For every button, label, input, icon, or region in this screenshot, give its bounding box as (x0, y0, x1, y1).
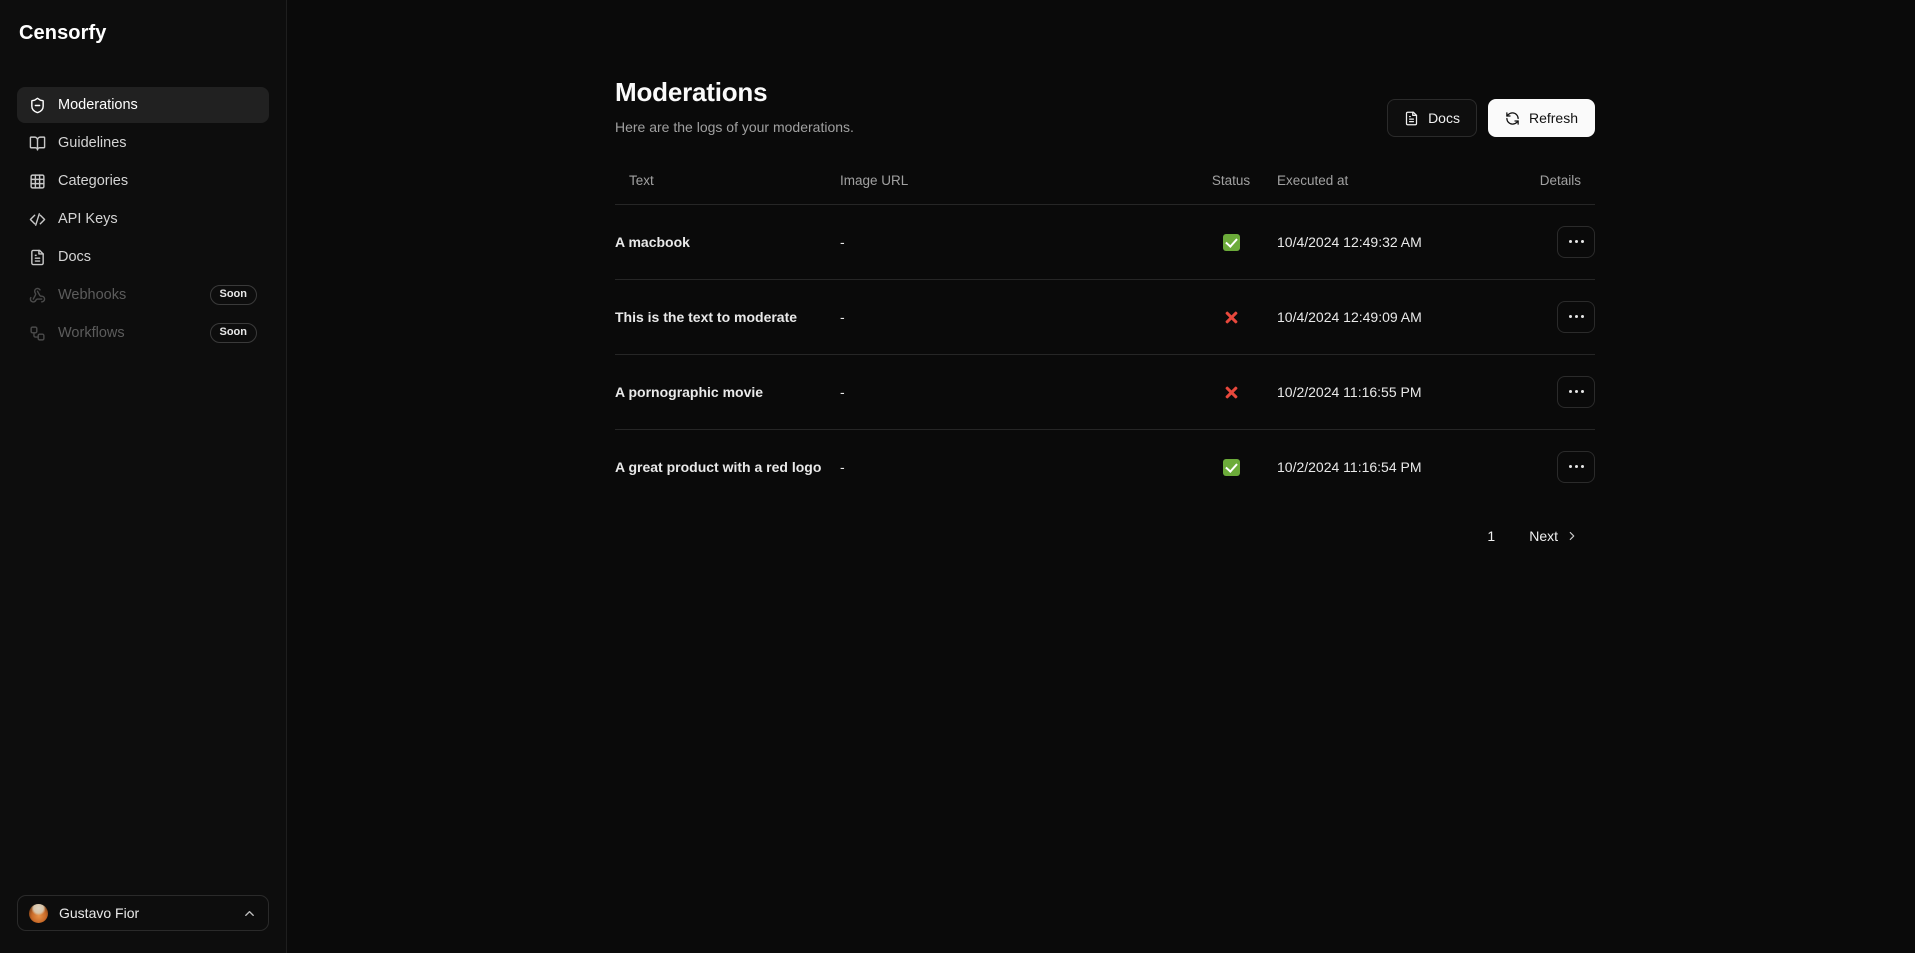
webhook-icon (29, 287, 46, 304)
column-header-image-url: Image URL (840, 172, 909, 188)
sidebar-item-workflows[interactable]: Workflows Soon (17, 315, 269, 351)
moderations-table: Text Image URL Status Executed at Detail… (615, 173, 1595, 504)
header-actions: Docs Refresh (1387, 99, 1595, 137)
docs-button-label: Docs (1428, 110, 1460, 126)
cell-executed-at: 10/2/2024 11:16:54 PM (1277, 458, 1422, 475)
status-badge: Soon (209, 323, 257, 343)
sidebar-item-label: Webhooks (58, 287, 127, 303)
row-details-button[interactable] (1557, 225, 1595, 258)
cell-text: A pornographic movie (615, 383, 764, 400)
cell-text: A great product with a red logo (615, 458, 822, 475)
cell-status (1185, 204, 1277, 279)
status-rejected-icon (1223, 384, 1240, 401)
refresh-button-label: Refresh (1528, 110, 1578, 126)
main-content: Moderations Here are the logs of your mo… (287, 0, 1915, 953)
sidebar-item-moderations[interactable]: Moderations (17, 87, 269, 123)
sidebar: Censorfy Moderations Guidelines Categori… (0, 0, 287, 953)
chevron-right-icon (1565, 529, 1579, 543)
cell-executed-at: 10/4/2024 12:49:32 AM (1277, 233, 1422, 250)
workflow-icon (29, 325, 46, 342)
cell-status (1185, 429, 1277, 504)
status-approved-icon (1222, 233, 1240, 251)
chevron-up-icon (242, 906, 257, 921)
pagination: 1 Next (615, 524, 1595, 548)
sidebar-item-label: Guidelines (58, 135, 127, 151)
shield-minus-icon (29, 97, 46, 114)
table-head: Text Image URL Status Executed at Detail… (615, 173, 1595, 205)
brand-logo: Censorfy (19, 22, 107, 44)
user-menu-button[interactable]: Gustavo Fior (17, 895, 269, 931)
row-details-button[interactable] (1557, 300, 1595, 333)
sidebar-nav: Moderations Guidelines Categories API Ke… (0, 87, 286, 351)
column-header-executed-at: Executed at (1277, 172, 1349, 188)
cell-image-url: - (840, 308, 845, 325)
cell-text: This is the text to moderate (615, 308, 798, 325)
sidebar-item-label: Workflows (58, 325, 125, 341)
table-row: This is the text to moderate - 10/4/2024… (615, 279, 1595, 355)
column-header-details: Details (1539, 172, 1581, 188)
content-container: Moderations Here are the logs of your mo… (615, 0, 1595, 548)
page-number-1[interactable]: 1 (1481, 524, 1501, 548)
cell-executed-at: 10/2/2024 11:16:55 PM (1277, 383, 1422, 400)
sidebar-item-webhooks[interactable]: Webhooks Soon (17, 277, 269, 313)
cell-image-url: - (840, 233, 845, 250)
row-details-button[interactable] (1557, 375, 1595, 408)
column-header-status: Status (1211, 172, 1251, 188)
sidebar-item-label: API Keys (58, 211, 118, 227)
table-body: A macbook - 10/4/2024 12:49:32 AM This i… (615, 204, 1595, 504)
moderations-table-wrapper: Text Image URL Status Executed at Detail… (615, 173, 1595, 504)
table-header-row: Text Image URL Status Executed at Detail… (615, 173, 1595, 205)
table-row: A great product with a red logo - 10/2/2… (615, 429, 1595, 504)
code-icon (29, 211, 46, 228)
avatar (29, 903, 48, 923)
sidebar-item-api-keys[interactable]: API Keys (17, 201, 269, 237)
sidebar-item-label: Docs (58, 249, 92, 265)
file-text-icon (1404, 111, 1419, 126)
sidebar-item-label: Moderations (58, 97, 138, 113)
cell-details (1477, 204, 1595, 279)
cell-status (1185, 354, 1277, 429)
cell-image-url: - (840, 458, 845, 475)
cell-details (1477, 354, 1595, 429)
cell-details (1477, 429, 1595, 504)
sidebar-item-guidelines[interactable]: Guidelines (17, 125, 269, 161)
status-rejected-icon (1223, 309, 1240, 326)
table-row: A macbook - 10/4/2024 12:49:32 AM (615, 204, 1595, 280)
cell-status (1185, 279, 1277, 354)
cell-text: A macbook (615, 233, 690, 250)
sidebar-item-label: Categories (58, 173, 129, 189)
status-approved-icon (1222, 458, 1240, 476)
user-name: Gustavo Fior (59, 905, 140, 921)
file-text-icon (29, 249, 46, 266)
sidebar-item-categories[interactable]: Categories (17, 163, 269, 199)
table-row: A pornographic movie - 10/2/2024 11:16:5… (615, 354, 1595, 430)
next-page-label: Next (1529, 527, 1558, 544)
book-open-icon (29, 135, 46, 152)
cell-executed-at: 10/4/2024 12:49:09 AM (1277, 308, 1422, 325)
docs-button[interactable]: Docs (1387, 99, 1477, 137)
grid-icon (29, 173, 46, 190)
refresh-icon (1505, 111, 1520, 126)
row-details-button[interactable] (1557, 450, 1595, 483)
app-root: Censorfy Moderations Guidelines Categori… (0, 0, 1915, 953)
page-header: Moderations Here are the logs of your mo… (615, 0, 1595, 137)
cell-details (1477, 279, 1595, 354)
cell-image-url: - (840, 383, 845, 400)
refresh-button[interactable]: Refresh (1487, 99, 1595, 137)
next-page-button[interactable]: Next (1527, 524, 1581, 548)
sidebar-item-docs[interactable]: Docs (17, 239, 269, 275)
status-badge: Soon (209, 285, 257, 305)
column-header-text: Text (629, 172, 654, 188)
sidebar-footer: Gustavo Fior (0, 895, 286, 953)
